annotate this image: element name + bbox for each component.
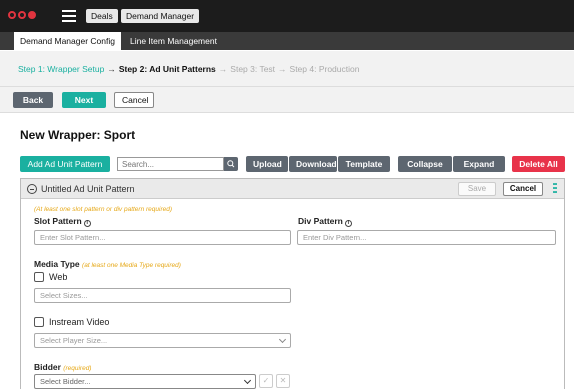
pattern-title: Untitled Ad Unit Pattern — [41, 184, 135, 194]
cancel-button[interactable]: Cancel — [114, 92, 154, 108]
media-type-label: Media Type (at least one Media Type requ… — [34, 259, 181, 269]
select-sizes-input[interactable]: Select Sizes... — [34, 288, 291, 303]
step-test: Step 3: Test — [230, 64, 276, 74]
delete-all-button[interactable]: Delete All — [512, 156, 565, 172]
pattern-panel-header: Untitled Ad Unit Pattern Save Cancel — [21, 179, 564, 199]
sub-nav-tabs: Demand Manager Config Line Item Manageme… — [0, 32, 574, 50]
pattern-required-note: (At least one slot pattern or div patter… — [34, 206, 173, 213]
demand-manager-button[interactable]: Demand Manager — [121, 9, 200, 23]
step-production: Step 4: Production — [289, 64, 360, 74]
bidder-required-note: (required) — [63, 365, 92, 372]
deals-button[interactable]: Deals — [86, 9, 118, 23]
pattern-cancel-button[interactable]: Cancel — [503, 182, 543, 196]
slot-pattern-label: Slot Pattern i — [34, 216, 91, 227]
tab-line-item-management[interactable]: Line Item Management — [124, 32, 223, 50]
template-button[interactable]: Template — [338, 156, 390, 172]
search-input[interactable] — [117, 157, 224, 171]
step-arrow-icon: → — [278, 64, 287, 74]
ad-unit-pattern-panel: Untitled Ad Unit Pattern Save Cancel (At… — [20, 178, 565, 389]
expand-all-button[interactable]: Expand All — [453, 156, 505, 185]
bidder-label: Bidder (required) — [34, 362, 92, 372]
next-button[interactable]: Next — [62, 92, 106, 108]
wizard-nav-row: Back Next Cancel — [0, 87, 574, 113]
media-type-note: (at least one Media Type required) — [82, 262, 181, 269]
search-button[interactable] — [224, 157, 238, 171]
select-player-size-dropdown[interactable]: Select Player Size... — [34, 333, 291, 348]
div-pattern-label: Div Pattern i — [298, 216, 352, 227]
add-ad-unit-pattern-button[interactable]: Add Ad Unit Pattern — [20, 156, 110, 172]
tab-demand-manager-config[interactable]: Demand Manager Config — [14, 32, 121, 50]
slot-pattern-input[interactable]: Enter Slot Pattern... — [34, 230, 291, 245]
drag-handle-icon[interactable] — [553, 183, 557, 195]
wizard-steps: Step 1: Wrapper Setup → Step 2: Ad Unit Pa… — [0, 51, 574, 87]
collapse-minus-icon[interactable] — [27, 184, 37, 194]
web-label: Web — [49, 272, 68, 282]
save-button[interactable]: Save — [458, 182, 496, 196]
top-bar: Deals Demand Manager — [0, 0, 574, 32]
back-button[interactable]: Back — [13, 92, 53, 108]
brand-logo[interactable] — [8, 11, 36, 19]
upload-button[interactable]: Upload — [246, 156, 288, 172]
step-wrapper-setup[interactable]: Step 1: Wrapper Setup — [18, 64, 104, 74]
info-icon[interactable]: i — [344, 220, 352, 227]
instream-video-label: Instream Video — [49, 317, 110, 327]
step-arrow-icon: → — [218, 64, 228, 74]
hamburger-menu-icon[interactable] — [62, 10, 76, 22]
select-bidder-dropdown[interactable]: Select Bidder... — [34, 374, 256, 389]
chevron-down-icon — [278, 335, 287, 344]
download-button[interactable]: Download — [289, 156, 337, 172]
step-ad-unit-patterns: Step 2: Ad Unit Patterns — [118, 64, 216, 74]
web-checkbox[interactable] — [34, 272, 44, 282]
clear-x-icon[interactable]: ✕ — [276, 374, 290, 388]
confirm-check-icon[interactable]: ✓ — [259, 374, 273, 388]
instream-video-checkbox[interactable] — [34, 317, 44, 327]
collapse-all-button[interactable]: Collapse All — [398, 156, 452, 185]
step-arrow-icon: → — [107, 64, 116, 74]
page-title: New Wrapper: Sport — [20, 128, 136, 142]
search-icon — [227, 160, 235, 168]
info-icon[interactable]: i — [83, 220, 91, 227]
chevron-down-icon — [243, 376, 252, 385]
div-pattern-input[interactable]: Enter Div Pattern... — [297, 230, 556, 245]
